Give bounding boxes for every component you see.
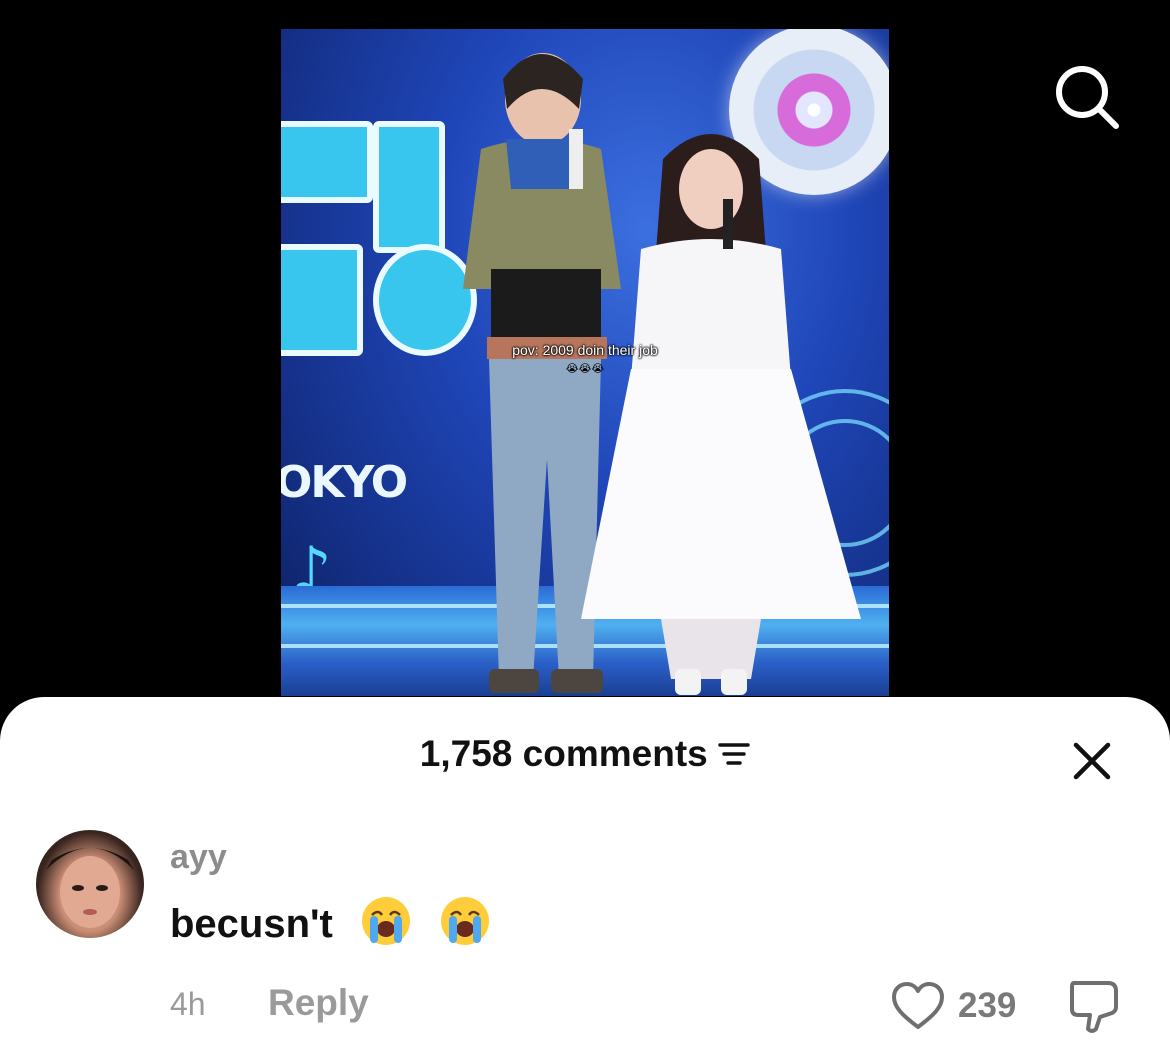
heart-outline-icon[interactable] (890, 981, 946, 1031)
comment-text: becusn't (170, 902, 333, 946)
like-count: 239 (958, 986, 1017, 1025)
loudly-crying-face-icon (362, 897, 410, 945)
reply-button[interactable]: Reply (268, 982, 369, 1024)
comment-timestamp: 4h (170, 986, 206, 1022)
stage-logo-text: OKYO (281, 457, 408, 508)
comment-body: becusn't (170, 895, 491, 947)
comments-count-label: 1,758 comments (419, 733, 708, 774)
search-icon[interactable] (1052, 62, 1122, 132)
thumbs-down-icon[interactable] (1066, 977, 1126, 1035)
avatar[interactable] (36, 830, 144, 938)
comments-sheet: 1,758 comments ayy becusn't 4h Reply 239 (0, 697, 1170, 1061)
close-icon[interactable] (1068, 737, 1116, 785)
video-caption-emoji: 😭😭😭 (565, 363, 605, 375)
video-caption: pov: 2009 doin their job (512, 342, 658, 358)
comments-header: 1,758 comments (0, 733, 1170, 775)
video-area[interactable]: OKYO ♪ pov: 2009 doin their job 😭😭😭 (0, 0, 1170, 720)
loudly-crying-face-icon (441, 897, 490, 945)
stage-logo-block (281, 244, 363, 356)
comment-username[interactable]: ayy (170, 838, 227, 877)
video-player[interactable]: OKYO ♪ pov: 2009 doin their job 😭😭😭 (281, 29, 889, 696)
stage-logo-block (281, 121, 373, 203)
stage-logo-block (373, 121, 445, 253)
avatar-portrait (46, 848, 134, 928)
performer-female-figure (581, 134, 861, 695)
sort-filter-icon[interactable] (718, 741, 750, 767)
